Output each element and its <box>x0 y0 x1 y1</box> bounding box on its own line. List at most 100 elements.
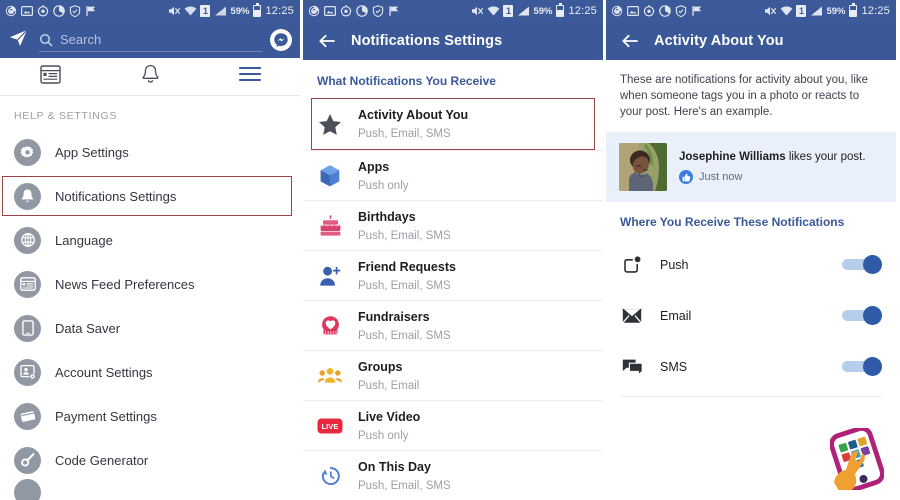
notif-row-text: Activity About You Push, Email, SMS <box>358 106 468 142</box>
flag-icon <box>85 5 97 17</box>
facebook-app-bar: Search <box>0 22 300 58</box>
search-input[interactable]: Search <box>39 28 262 52</box>
mute-icon <box>471 5 484 17</box>
switch-knob <box>863 357 882 376</box>
sidebar-item-label: App Settings <box>55 144 129 160</box>
screenshot-icon <box>324 5 336 17</box>
timer-icon <box>340 5 352 17</box>
notif-row-sub: Push, Email, SMS <box>358 279 451 292</box>
battery-percent-label: 59% <box>826 5 846 17</box>
divider <box>620 396 882 397</box>
groups-icon <box>317 367 343 384</box>
sync-icon <box>308 5 320 17</box>
phone-icon <box>14 314 41 342</box>
notif-row-sub: Push only <box>358 179 409 192</box>
sidebar-item-app-settings[interactable]: App Settings <box>0 130 300 174</box>
notif-row-live-video[interactable]: LIVE Live Video Push only <box>303 401 603 450</box>
signal-icon <box>517 5 530 17</box>
bell-icon <box>141 64 160 90</box>
envelope-icon <box>620 308 644 324</box>
notif-row-label: Birthdays <box>358 209 416 224</box>
data-usage-icon <box>53 5 65 17</box>
sidebar-item-data-saver[interactable]: Data Saver <box>0 306 300 350</box>
switch-knob <box>863 255 882 274</box>
back-arrow-icon[interactable] <box>620 31 640 51</box>
notif-row-on-this-day[interactable]: On This Day Push, Email, SMS <box>303 451 603 500</box>
sidebar-item-news-feed-preferences[interactable]: News Feed Preferences <box>0 262 300 306</box>
notification-action: likes your post. <box>785 151 866 163</box>
signal-icon <box>214 5 227 17</box>
notif-row-text: Apps Push only <box>358 158 409 194</box>
sidebar-item-notifications[interactable] <box>100 58 200 95</box>
notif-row-sub: Push, Email, SMS <box>358 128 451 140</box>
status-bar-left-icons <box>308 5 400 17</box>
panel-facebook-menu: 1 59% 12:25 Search HELP & SETTINGS App S… <box>0 0 300 500</box>
notif-row-label: Groups <box>358 359 403 374</box>
toggle-switch-email[interactable] <box>842 306 882 325</box>
data-usage-icon <box>659 5 671 17</box>
toggle-row-push[interactable]: Push <box>606 239 896 290</box>
sidebar-item-news-feed[interactable] <box>0 58 100 95</box>
svg-text:LIVE: LIVE <box>322 422 339 431</box>
clock-label: 12:25 <box>265 5 294 17</box>
notif-row-birthdays[interactable]: Birthdays Push, Email, SMS <box>303 201 603 250</box>
notif-row-label: On This Day <box>358 459 431 474</box>
back-arrow-icon[interactable] <box>317 31 337 51</box>
sidebar-item-menu[interactable] <box>200 58 300 95</box>
battery-icon <box>556 3 565 17</box>
sidebar-item-payment-settings[interactable]: Payment Settings <box>0 394 300 438</box>
notif-row-apps[interactable]: Apps Push only <box>303 151 603 200</box>
paper-plane-icon[interactable] <box>8 27 29 53</box>
page-title: Notifications Settings <box>351 33 503 49</box>
notif-row-activity-about-you[interactable]: Activity About You Push, Email, SMS <box>303 98 603 150</box>
sidebar-item-label: Payment Settings <box>55 408 157 424</box>
phone-wrench-logo <box>829 426 885 493</box>
sidebar-item-label: Account Settings <box>55 364 153 380</box>
notif-row-text: Groups Push, Email <box>358 358 419 394</box>
notif-row-label: Apps <box>358 159 390 174</box>
signal-icon <box>810 5 823 17</box>
messenger-icon[interactable] <box>270 29 292 51</box>
search-placeholder: Search <box>60 32 102 47</box>
shield-icon <box>675 5 687 17</box>
notif-row-sub: Push, Email, SMS <box>358 229 451 242</box>
notif-row-friend-requests[interactable]: Friend Requests Push, Email, SMS <box>303 251 603 300</box>
toggle-label: Push <box>660 257 689 272</box>
notif-row-fundraisers[interactable]: Fundraisers Push, Email, SMS <box>303 301 603 350</box>
fundraiser-heart-icon <box>317 315 343 337</box>
sidebar-item-language[interactable]: Language <box>0 218 300 262</box>
toggle-row-sms[interactable]: SMS <box>606 341 896 392</box>
toggle-switch-sms[interactable] <box>842 357 882 376</box>
sidebar-item-partial[interactable] <box>0 478 300 500</box>
toggle-switch-push[interactable] <box>842 255 882 274</box>
status-bar-right: 1 59% 12:25 <box>606 0 896 22</box>
panel-activity-about-you: 1 59% 12:25 Activity About You These are… <box>606 0 896 500</box>
gear-icon <box>14 138 41 166</box>
battery-icon <box>253 3 262 17</box>
live-badge-icon: LIVE <box>317 418 343 434</box>
notif-row-text: Fundraisers Push, Email, SMS <box>358 308 451 344</box>
clock-label: 12:25 <box>861 5 890 17</box>
notif-row-sub: Push, Email <box>358 379 420 392</box>
sync-icon <box>5 5 17 17</box>
clock-history-icon <box>317 465 343 487</box>
notif-row-label: Friend Requests <box>358 259 456 274</box>
sim-icon: 1 <box>200 5 211 17</box>
status-bar-middle: 1 59% 12:25 <box>303 0 603 22</box>
flag-icon <box>691 5 703 17</box>
shield-icon <box>69 5 81 17</box>
shield-icon <box>372 5 384 17</box>
example-notification-card[interactable]: Josephine Williams likes your post. Just… <box>606 132 896 202</box>
cake-icon <box>317 214 343 237</box>
sidebar-item-label: Data Saver <box>55 320 121 336</box>
section-heading: What Notifications You Receive <box>317 74 496 88</box>
sidebar-item-account-settings[interactable]: Account Settings <box>0 350 300 394</box>
notif-row-groups[interactable]: Groups Push, Email <box>303 351 603 400</box>
bottom-tab-bar <box>0 58 300 96</box>
notif-row-sub: Push, Email, SMS <box>358 329 451 342</box>
toggle-label: Email <box>660 308 692 323</box>
toggle-row-email[interactable]: Email <box>606 290 896 341</box>
notification-actor: Josephine Williams <box>679 151 786 163</box>
sidebar-item-notifications-settings[interactable]: Notifications Settings <box>0 174 300 218</box>
sidebar-item-code-generator[interactable]: Code Generator <box>0 438 300 482</box>
